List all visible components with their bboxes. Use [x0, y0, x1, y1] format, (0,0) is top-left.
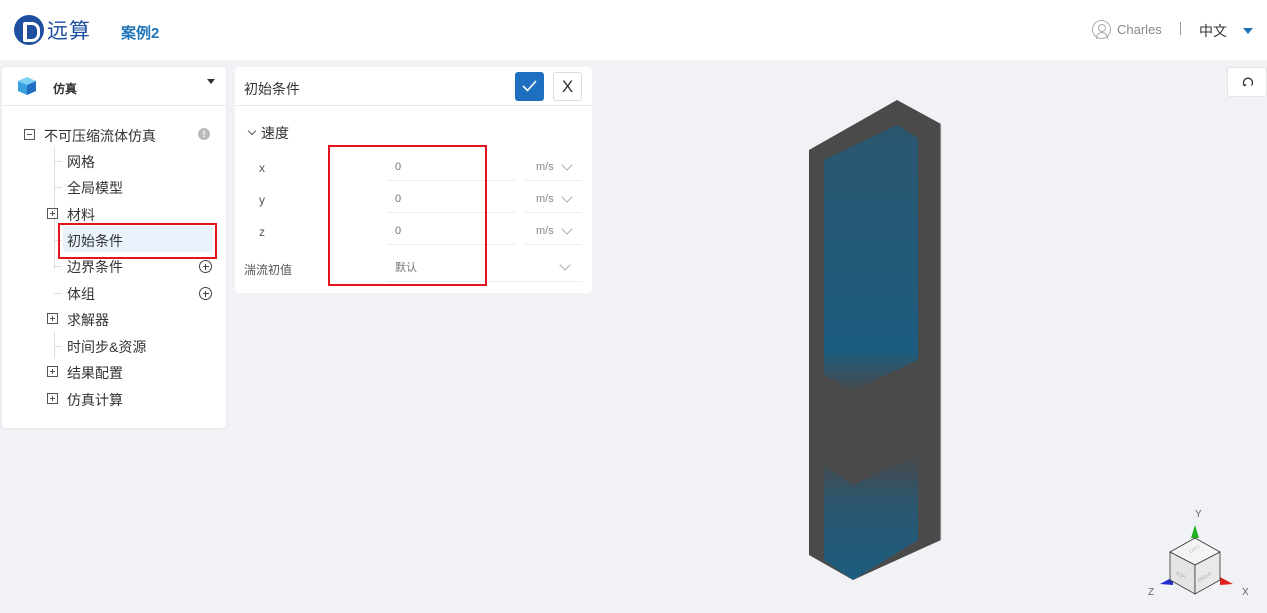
app-logo[interactable]: 远算 — [14, 15, 91, 45]
collapse-icon[interactable] — [24, 129, 35, 140]
field-label: x — [259, 161, 265, 175]
add-body-group-icon[interactable] — [199, 287, 212, 300]
field-label: z — [259, 225, 265, 239]
user-name: Charles — [1117, 22, 1162, 37]
warning-icon: ! — [198, 128, 210, 140]
panel-header[interactable]: 仿真 — [2, 67, 226, 106]
z-axis-label: Z — [1148, 587, 1154, 598]
panel-title: 初始条件 — [244, 81, 300, 97]
velocity-x-unit-select[interactable]: m/s — [525, 153, 582, 181]
reset-view-button[interactable] — [1227, 67, 1267, 97]
top-header: 远算 案例2 Charles 中文 — [0, 0, 1267, 60]
orientation-cube[interactable]: Y Z X LEFT TOP RIGHT — [1145, 500, 1267, 610]
expand-icon[interactable] — [47, 393, 58, 404]
user-avatar-icon — [1092, 20, 1111, 39]
logo-text: 远算 — [47, 20, 91, 43]
caret-down-icon[interactable] — [207, 79, 215, 84]
panel-title: 仿真 — [53, 82, 78, 96]
unit-value: m/s — [536, 193, 554, 205]
cube-icon — [18, 77, 36, 95]
y-axis-arrow — [1191, 525, 1199, 538]
tree-root[interactable]: 不可压缩流体仿真 ! — [2, 123, 226, 147]
chevron-down-icon — [247, 126, 257, 136]
field-label: 湍流初值 — [244, 263, 293, 277]
expand-icon[interactable] — [47, 366, 58, 377]
rotate-icon — [1242, 77, 1254, 87]
tree-item-label: 结果配置 — [67, 365, 123, 381]
logo-icon — [14, 15, 44, 45]
tree-item-global-model[interactable]: 全局模型 — [2, 175, 226, 199]
tree-item-label: 仿真计算 — [67, 392, 123, 408]
project-name[interactable]: 案例2 — [121, 22, 159, 43]
highlight-box-inputs — [328, 145, 487, 286]
add-boundary-condition-icon[interactable] — [199, 260, 212, 273]
expand-icon[interactable] — [47, 208, 58, 219]
highlight-box-tree — [58, 223, 217, 259]
tree-item-label: 全局模型 — [67, 180, 123, 196]
mesh-fade-top — [824, 125, 918, 390]
expand-icon[interactable] — [47, 313, 58, 324]
velocity-section-toggle[interactable]: 速度 — [247, 123, 289, 143]
tree-item-label: 时间步&资源 — [67, 339, 147, 355]
section-title: 速度 — [261, 125, 289, 141]
field-label: y — [259, 193, 265, 207]
chevron-down-icon — [559, 259, 571, 271]
velocity-z-unit-select[interactable]: m/s — [525, 217, 582, 245]
tree-item-label: 材料 — [67, 207, 95, 223]
tree-root-label: 不可压缩流体仿真 — [44, 128, 156, 144]
close-button[interactable]: X — [553, 72, 582, 101]
tree-item-label: 网格 — [67, 154, 95, 170]
tree-item-solver[interactable]: 求解器 — [2, 307, 226, 331]
tree-item-label: 体组 — [67, 286, 95, 302]
x-axis-arrow — [1220, 577, 1233, 585]
tree-item-result-config[interactable]: 结果配置 — [2, 360, 226, 384]
unit-value: m/s — [536, 161, 554, 173]
tree-item-body-group[interactable]: 体组 — [2, 281, 226, 305]
header-divider — [1180, 22, 1181, 35]
tree-item-label: 求解器 — [67, 312, 109, 328]
tree-item-label: 边界条件 — [67, 259, 123, 275]
x-axis-label: X — [1242, 587, 1249, 598]
chevron-down-icon — [561, 223, 573, 235]
confirm-button[interactable] — [515, 72, 544, 101]
panel-header: 初始条件 X — [235, 67, 592, 106]
check-icon — [522, 80, 537, 92]
tree-item-mesh[interactable]: 网格 — [2, 149, 226, 173]
chevron-down-icon — [561, 159, 573, 171]
y-axis-label: Y — [1195, 509, 1202, 520]
user-menu[interactable]: Charles — [1092, 20, 1162, 39]
tree-item-timestep-resources[interactable]: 时间步&资源 — [2, 334, 226, 358]
velocity-y-unit-select[interactable]: m/s — [525, 185, 582, 213]
language-selector[interactable]: 中文 — [1199, 21, 1227, 41]
caret-down-icon[interactable] — [1243, 28, 1253, 34]
3d-model-view[interactable] — [790, 90, 960, 590]
chevron-down-icon — [561, 191, 573, 203]
tree-item-simulation-run[interactable]: 仿真计算 — [2, 387, 226, 411]
unit-value: m/s — [536, 225, 554, 237]
